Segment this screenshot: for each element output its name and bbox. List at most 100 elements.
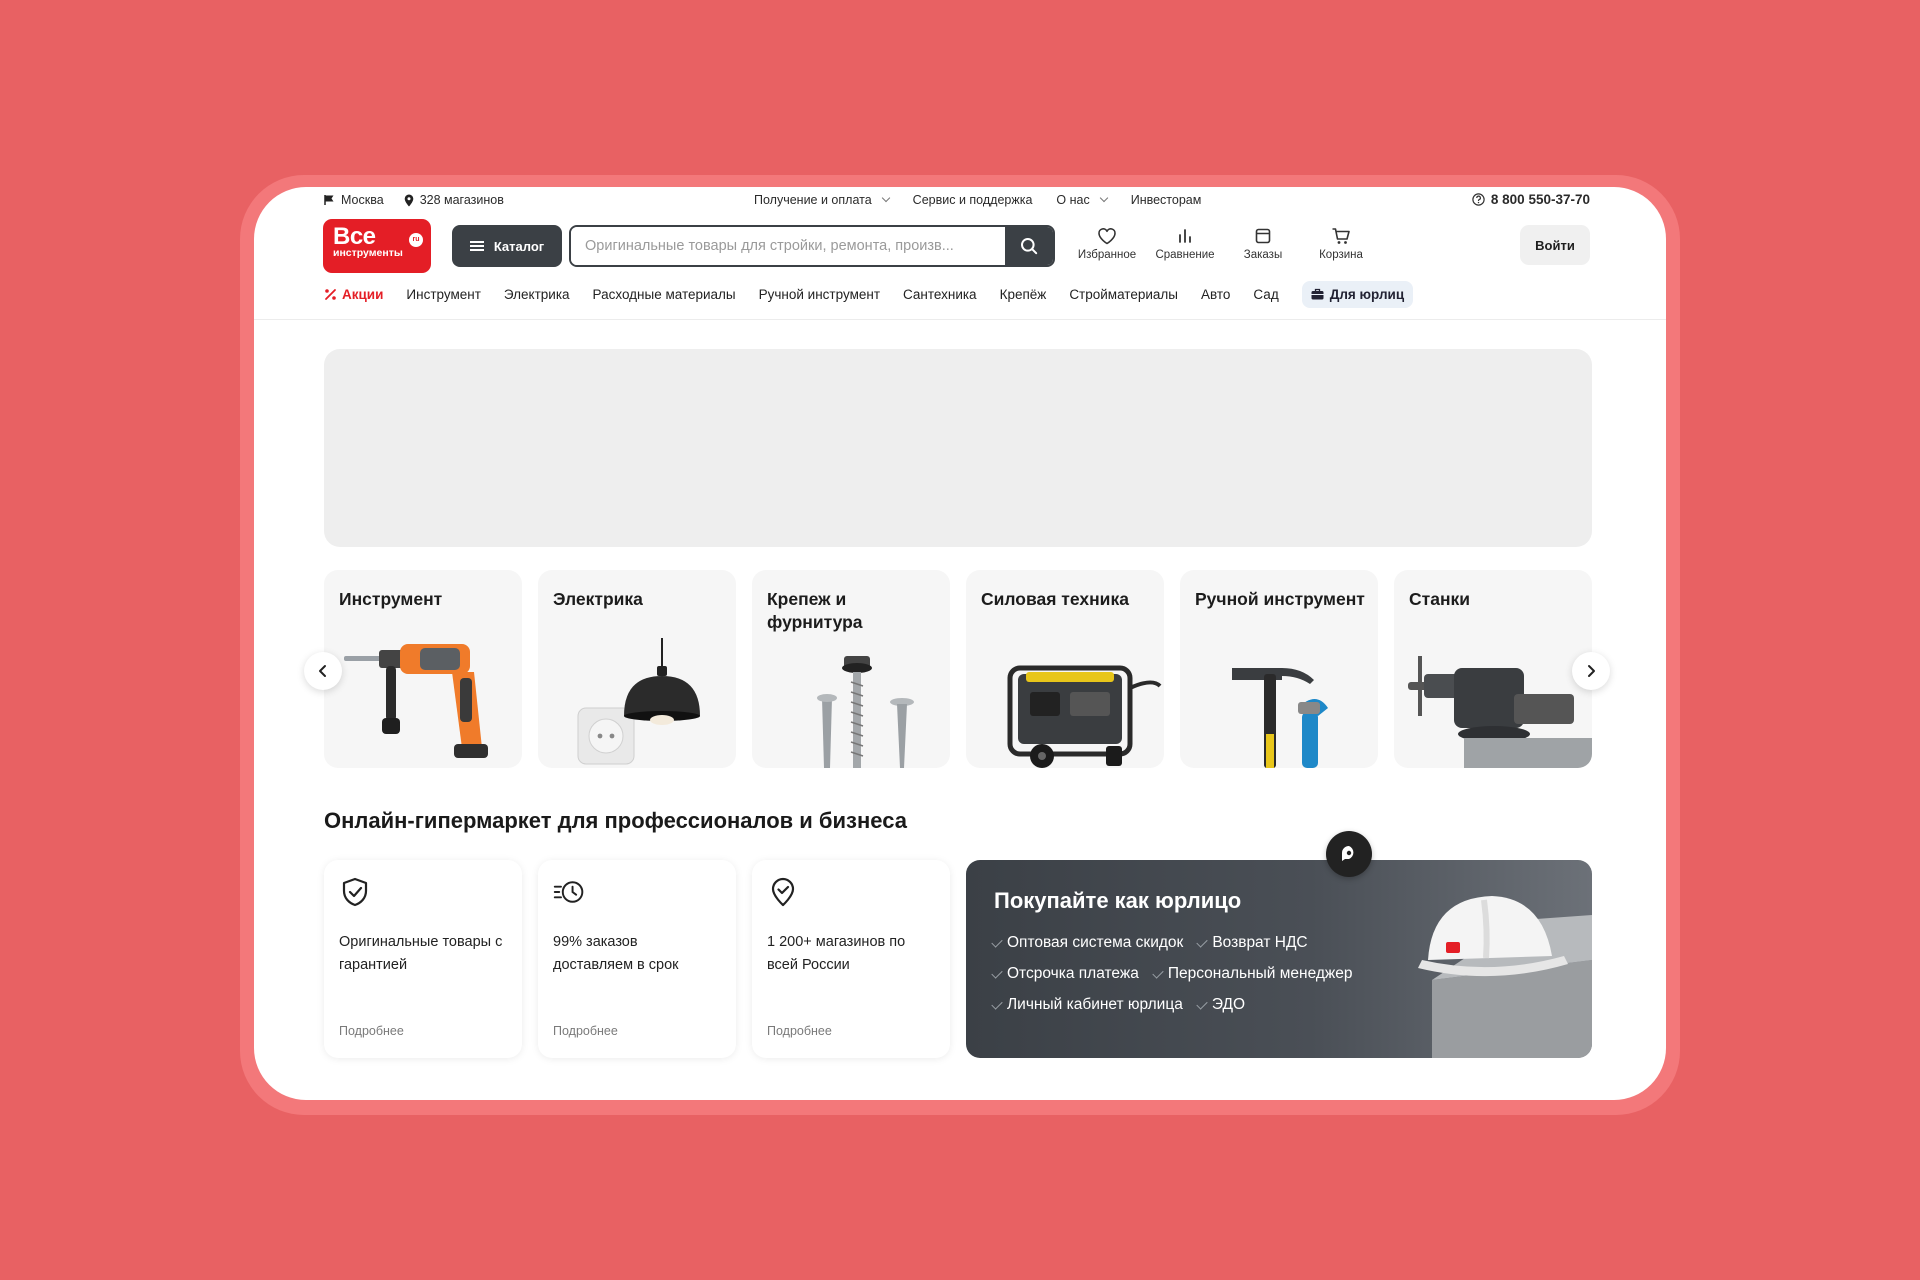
compare-icon (1179, 229, 1191, 243)
feature-more-link[interactable]: Подробнее (339, 1024, 404, 1038)
benefit-label: Возврат НДС (1212, 934, 1308, 951)
benefit-label: ЭДО (1211, 996, 1246, 1013)
category-title: Инструмент (339, 589, 443, 609)
feature-text: 99% заказов доставляем в срок (553, 934, 679, 973)
nav-item-consumables[interactable]: Расходные материалы (593, 287, 736, 302)
cart-button[interactable]: Корзина (1306, 225, 1376, 261)
city-selector[interactable]: Москва (324, 193, 384, 207)
nav-item-garden[interactable]: Сад (1253, 287, 1278, 302)
hero-banner[interactable] (324, 349, 1592, 547)
category-card[interactable]: Электрика (538, 570, 736, 768)
feature-card[interactable]: Оригинальные товары с гарантией Подробне… (324, 860, 522, 1058)
top-bar: Москва 328 магазинов Получение и оплата … (254, 187, 1666, 215)
search-bar (569, 225, 1055, 267)
browser-screen: Москва 328 магазинов Получение и оплата … (254, 187, 1666, 1100)
benefit-label: Персональный менеджер (1167, 965, 1353, 982)
feature-card[interactable]: 1 200+ магазинов по всей России Подробне… (752, 860, 950, 1058)
flag-icon (324, 195, 334, 205)
category-card[interactable]: Станки (1394, 570, 1592, 768)
nav-item-business[interactable]: Для юрлиц (1301, 280, 1414, 308)
compare-label: Сравнение (1155, 249, 1215, 261)
benefit-label: Оптовая система скидок (1007, 934, 1184, 951)
benefit-label: Отсрочка платежа (1007, 965, 1139, 982)
stores-label: 328 магазинов (419, 193, 504, 207)
carousel-next-button[interactable] (1572, 652, 1610, 690)
fasteners-image (817, 656, 914, 768)
topbar-link-label: Получение и оплата (754, 193, 872, 207)
search-input[interactable] (571, 227, 1005, 265)
benefit-item: ЭДО (1196, 996, 1246, 1014)
nav-item-label: Для юрлиц (1329, 286, 1405, 302)
feature-more-link[interactable]: Подробнее (767, 1024, 832, 1038)
topbar-link-investors[interactable]: Инвесторам (1131, 193, 1202, 207)
cart-label: Корзина (1319, 249, 1363, 261)
nav-item-electrics[interactable]: Электрика (504, 287, 570, 302)
login-button[interactable]: Войти (1520, 225, 1590, 265)
logo-text-small: инструменты (333, 247, 403, 259)
nav-item-plumbing[interactable]: Сантехника (903, 287, 977, 302)
topbar-link-service[interactable]: Сервис и поддержка (913, 193, 1033, 207)
nav-item-label: Акции (342, 286, 384, 302)
benefit-label: Личный кабинет юрлица (1007, 996, 1183, 1013)
map-pin-check-icon (771, 877, 795, 907)
category-card[interactable]: Ручной инструмент (1180, 570, 1378, 768)
topbar-link-about[interactable]: О нас (1056, 193, 1108, 207)
business-promo-card[interactable]: Покупайте как юрлицо Оптовая система ски… (966, 860, 1592, 1058)
category-title: Силовая техника (981, 589, 1129, 609)
compare-button[interactable]: Сравнение (1150, 225, 1220, 261)
category-card[interactable]: Крепеж и фурнитура (752, 570, 950, 768)
nav-item-fasteners[interactable]: Крепёж (1000, 287, 1047, 302)
benefit-item: Оптовая система скидок (991, 934, 1184, 952)
cart-icon (1332, 228, 1350, 244)
category-card[interactable]: Инструмент (324, 570, 522, 768)
topbar-link-label: Сервис и поддержка (912, 193, 1033, 207)
benefit-item: Возврат НДС (1196, 934, 1308, 952)
category-title: Крепеж и фурнитура (767, 589, 863, 632)
chevron-down-icon (881, 193, 890, 203)
logo[interactable]: Все инструменты ru (323, 219, 431, 273)
feature-card[interactable]: 99% заказов доставляем в срок Подробнее (538, 860, 736, 1058)
chevron-right-icon (1588, 665, 1595, 677)
nav-item-promo[interactable]: Акции (324, 287, 383, 302)
check-icon (991, 966, 1003, 979)
benefit-item: Личный кабинет юрлица (991, 996, 1183, 1014)
orders-label: Заказы (1243, 249, 1283, 261)
fast-clock-icon (553, 881, 584, 903)
briefcase-icon (1311, 288, 1324, 300)
nav-item-auto[interactable]: Авто (1201, 287, 1230, 302)
drill-image (344, 644, 488, 758)
favorites-button[interactable]: Избранное (1072, 225, 1142, 261)
helmet-image (1418, 896, 1592, 1058)
nav-item-tools[interactable]: Инструмент (406, 287, 480, 302)
category-title: Ручной инструмент (1195, 589, 1365, 609)
menu-icon (469, 241, 484, 251)
map-pin-icon (404, 194, 413, 206)
category-card[interactable]: Силовая техника (966, 570, 1164, 768)
chat-bubble-icon (1342, 846, 1354, 861)
feature-text: Оригинальные товары с гарантией (339, 934, 503, 973)
check-icon (1196, 997, 1208, 1010)
category-nav: Акции Инструмент Электрика Расходные мат… (324, 279, 1414, 309)
generator-image (1007, 665, 1162, 768)
search-button[interactable] (1005, 227, 1053, 265)
business-benefits: Оптовая система скидок Возврат НДС Отсро… (991, 934, 1353, 1014)
catalog-button[interactable]: Каталог (452, 225, 562, 267)
stores-link[interactable]: 328 магазинов (404, 193, 504, 207)
nav-item-hand-tools[interactable]: Ручной инструмент (759, 287, 880, 302)
search-icon (1021, 238, 1038, 255)
feature-text: 1 200+ магазинов по всей России (767, 934, 906, 973)
phone-number: 8 800 550-37-70 (1490, 192, 1590, 207)
business-card-title: Покупайте как юрлицо (994, 888, 1242, 913)
orders-button[interactable]: Заказы (1228, 225, 1298, 261)
nav-item-building-materials[interactable]: Стройматериалы (1069, 287, 1178, 302)
topbar-link-label: О нас (1056, 193, 1090, 207)
favorites-label: Избранное (1077, 249, 1137, 261)
carousel-prev-button[interactable] (304, 652, 342, 690)
feature-more-link[interactable]: Подробнее (553, 1024, 618, 1038)
topbar-link-delivery[interactable]: Получение и оплата (754, 193, 890, 207)
heart-icon (1098, 228, 1116, 245)
chat-button[interactable] (1326, 831, 1372, 877)
header-actions: Избранное Сравнение Заказы Корзина (1072, 225, 1376, 261)
chevron-left-icon (319, 665, 326, 677)
phone-link[interactable]: 8 800 550-37-70 (1472, 192, 1590, 207)
